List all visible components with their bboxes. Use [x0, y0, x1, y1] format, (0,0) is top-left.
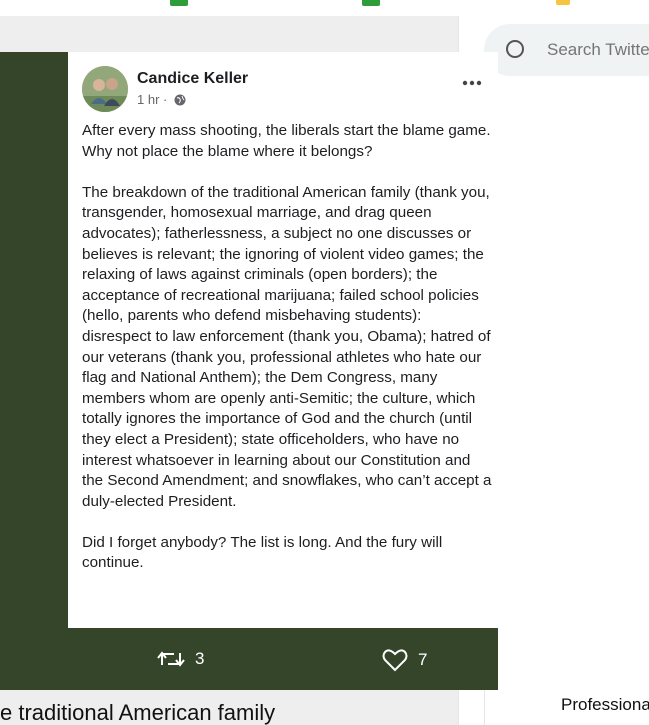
- globe-icon: [174, 94, 186, 109]
- next-tweet-preview[interactable]: e traditional American family: [0, 690, 458, 725]
- post-paragraph: After every mass shooting, the liberals …: [82, 122, 491, 160]
- post-text: After every mass shooting, the liberals …: [82, 121, 492, 574]
- browser-bookmarks-bar: [0, 0, 649, 16]
- search-input[interactable]: [547, 40, 649, 60]
- next-tweet-text: e traditional American family: [0, 700, 276, 725]
- sidebar-trend-text: Professiona: [561, 695, 649, 714]
- more-options-icon[interactable]: [462, 70, 482, 90]
- post-time: 1 hr ·: [137, 92, 168, 107]
- like-button[interactable]: 7: [382, 648, 427, 672]
- retweet-count: 3: [195, 649, 205, 668]
- sidebar-trend-item[interactable]: Professiona: [484, 690, 649, 725]
- post-paragraph: Did I forget anybody? The list is long. …: [82, 533, 443, 572]
- timeline-header: [0, 16, 458, 52]
- like-count: 7: [418, 650, 428, 669]
- share-icon: [607, 649, 629, 672]
- retweet-button[interactable]: 3: [157, 648, 204, 670]
- retweet-icon: [157, 651, 185, 667]
- post-meta: 1 hr ·: [137, 92, 186, 109]
- heart-icon: [382, 649, 408, 672]
- bookmark-icon[interactable]: [170, 0, 188, 6]
- search-icon: [506, 40, 524, 58]
- share-button[interactable]: [605, 648, 641, 674]
- post-author: Candice Keller: [137, 70, 249, 87]
- tweet-actions: 3 7: [0, 628, 649, 690]
- bookmark-icon[interactable]: [362, 0, 380, 6]
- facebook-post-screenshot: Candice Keller 1 hr · After every mass s…: [68, 52, 498, 628]
- bookmark-folder-icon[interactable]: [556, 0, 570, 5]
- avatar: [82, 66, 128, 112]
- post-paragraph: The breakdown of the traditional America…: [82, 183, 492, 510]
